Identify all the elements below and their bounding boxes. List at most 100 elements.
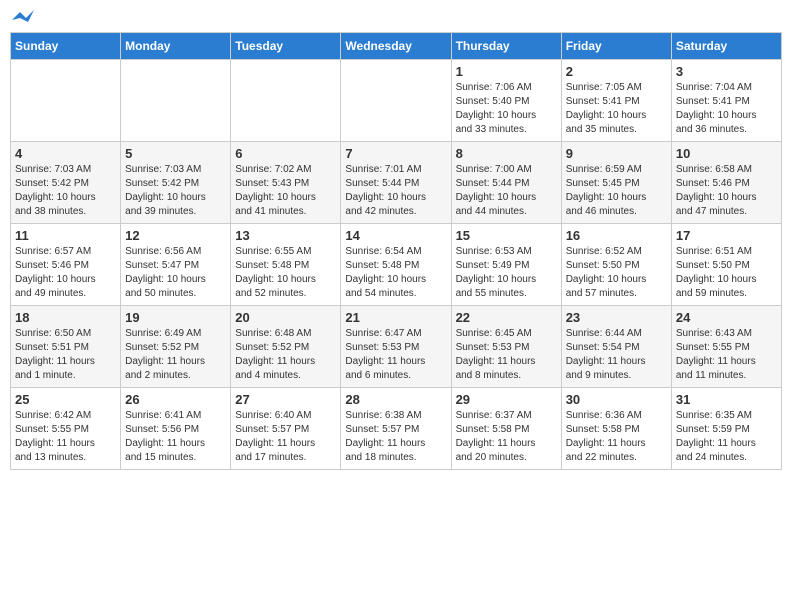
day-number: 28 [345, 392, 446, 407]
calendar-cell: 6Sunrise: 7:02 AM Sunset: 5:43 PM Daylig… [231, 142, 341, 224]
day-info: Sunrise: 6:47 AM Sunset: 5:53 PM Dayligh… [345, 327, 446, 383]
day-info: Sunrise: 6:53 AM Sunset: 5:49 PM Dayligh… [456, 245, 557, 301]
calendar-body: 1 Sunrise: 7:06 AM Sunset: 5:40 PM Daylig… [11, 60, 782, 470]
day-of-week-header: Thursday [451, 33, 561, 60]
day-info: Sunrise: 6:49 AM Sunset: 5:52 PM Dayligh… [125, 327, 226, 383]
day-number: 7 [345, 146, 446, 161]
day-number: 16 [566, 228, 667, 243]
calendar-cell: 12Sunrise: 6:56 AM Sunset: 5:47 PM Dayli… [121, 224, 231, 306]
day-number: 25 [15, 392, 116, 407]
calendar-cell: 16 Sunrise: 6:52 AM Sunset: 5:50 PM Dayli… [561, 224, 671, 306]
calendar-cell: 27 Sunrise: 6:40 AM Sunset: 5:57 PM Dayli… [231, 388, 341, 470]
calendar-cell: 2 Sunrise: 7:05 AM Sunset: 5:41 PM Daylig… [561, 60, 671, 142]
calendar-cell: 7 Sunrise: 7:01 AM Sunset: 5:44 PM Daylig… [341, 142, 451, 224]
day-of-week-header: Sunday [11, 33, 121, 60]
calendar-cell: 3Sunrise: 7:04 AM Sunset: 5:41 PM Daylig… [671, 60, 781, 142]
calendar-week-row: 4 Sunrise: 7:03 AM Sunset: 5:42 PM Daylig… [11, 142, 782, 224]
day-number: 31 [676, 392, 777, 407]
day-number: 13 [235, 228, 336, 243]
day-number: 2 [566, 64, 667, 79]
calendar-cell: 4 Sunrise: 7:03 AM Sunset: 5:42 PM Daylig… [11, 142, 121, 224]
day-info: Sunrise: 7:04 AM Sunset: 5:41 PM Dayligh… [676, 81, 777, 137]
calendar-cell: 8Sunrise: 7:00 AM Sunset: 5:44 PM Daylig… [451, 142, 561, 224]
day-number: 27 [235, 392, 336, 407]
calendar-cell: 25 Sunrise: 6:42 AM Sunset: 5:55 PM Dayli… [11, 388, 121, 470]
day-number: 30 [566, 392, 667, 407]
day-info: Sunrise: 6:56 AM Sunset: 5:47 PM Dayligh… [125, 245, 226, 301]
day-info: Sunrise: 6:59 AM Sunset: 5:45 PM Dayligh… [566, 163, 667, 219]
day-number: 4 [15, 146, 116, 161]
day-info: Sunrise: 7:03 AM Sunset: 5:42 PM Dayligh… [125, 163, 226, 219]
calendar-cell: 17Sunrise: 6:51 AM Sunset: 5:50 PM Dayli… [671, 224, 781, 306]
day-info: Sunrise: 6:52 AM Sunset: 5:50 PM Dayligh… [566, 245, 667, 301]
day-info: Sunrise: 6:55 AM Sunset: 5:48 PM Dayligh… [235, 245, 336, 301]
calendar-cell: 24 Sunrise: 6:43 AM Sunset: 5:55 PM Dayli… [671, 306, 781, 388]
day-info: Sunrise: 6:41 AM Sunset: 5:56 PM Dayligh… [125, 409, 226, 465]
day-info: Sunrise: 6:36 AM Sunset: 5:58 PM Dayligh… [566, 409, 667, 465]
calendar-cell: 5 Sunrise: 7:03 AM Sunset: 5:42 PM Daylig… [121, 142, 231, 224]
day-number: 15 [456, 228, 557, 243]
day-info: Sunrise: 6:37 AM Sunset: 5:58 PM Dayligh… [456, 409, 557, 465]
calendar-week-row: 11 Sunrise: 6:57 AM Sunset: 5:46 PM Dayli… [11, 224, 782, 306]
day-number: 21 [345, 310, 446, 325]
day-info: Sunrise: 7:00 AM Sunset: 5:44 PM Dayligh… [456, 163, 557, 219]
day-info: Sunrise: 7:06 AM Sunset: 5:40 PM Dayligh… [456, 81, 557, 137]
day-info: Sunrise: 7:05 AM Sunset: 5:41 PM Dayligh… [566, 81, 667, 137]
day-of-week-header: Saturday [671, 33, 781, 60]
day-number: 29 [456, 392, 557, 407]
day-number: 14 [345, 228, 446, 243]
calendar-cell: 28 Sunrise: 6:38 AM Sunset: 5:57 PM Dayli… [341, 388, 451, 470]
day-of-week-header: Monday [121, 33, 231, 60]
day-number: 1 [456, 64, 557, 79]
calendar-cell: 22Sunrise: 6:45 AM Sunset: 5:53 PM Dayli… [451, 306, 561, 388]
calendar-cell: 15 Sunrise: 6:53 AM Sunset: 5:49 PM Dayli… [451, 224, 561, 306]
day-info: Sunrise: 6:45 AM Sunset: 5:53 PM Dayligh… [456, 327, 557, 383]
calendar-cell: 13 Sunrise: 6:55 AM Sunset: 5:48 PM Dayli… [231, 224, 341, 306]
day-info: Sunrise: 6:54 AM Sunset: 5:48 PM Dayligh… [345, 245, 446, 301]
day-info: Sunrise: 7:03 AM Sunset: 5:42 PM Dayligh… [15, 163, 116, 219]
calendar-week-row: 1 Sunrise: 7:06 AM Sunset: 5:40 PM Daylig… [11, 60, 782, 142]
day-number: 23 [566, 310, 667, 325]
day-info: Sunrise: 6:42 AM Sunset: 5:55 PM Dayligh… [15, 409, 116, 465]
calendar-cell [341, 60, 451, 142]
day-number: 10 [676, 146, 777, 161]
calendar-header: SundayMondayTuesdayWednesdayThursdayFrid… [11, 33, 782, 60]
day-info: Sunrise: 6:44 AM Sunset: 5:54 PM Dayligh… [566, 327, 667, 383]
day-of-week-header: Tuesday [231, 33, 341, 60]
logo [10, 10, 34, 24]
calendar-cell: 31 Sunrise: 6:35 AM Sunset: 5:59 PM Dayli… [671, 388, 781, 470]
calendar-week-row: 25 Sunrise: 6:42 AM Sunset: 5:55 PM Dayli… [11, 388, 782, 470]
day-info: Sunrise: 6:35 AM Sunset: 5:59 PM Dayligh… [676, 409, 777, 465]
day-info: Sunrise: 6:50 AM Sunset: 5:51 PM Dayligh… [15, 327, 116, 383]
day-number: 20 [235, 310, 336, 325]
calendar-cell: 9 Sunrise: 6:59 AM Sunset: 5:45 PM Daylig… [561, 142, 671, 224]
calendar-cell: 10Sunrise: 6:58 AM Sunset: 5:46 PM Dayli… [671, 142, 781, 224]
page-header [10, 10, 782, 24]
day-number: 24 [676, 310, 777, 325]
calendar-cell: 1 Sunrise: 7:06 AM Sunset: 5:40 PM Daylig… [451, 60, 561, 142]
day-info: Sunrise: 6:40 AM Sunset: 5:57 PM Dayligh… [235, 409, 336, 465]
day-info: Sunrise: 7:01 AM Sunset: 5:44 PM Dayligh… [345, 163, 446, 219]
day-number: 5 [125, 146, 226, 161]
calendar-week-row: 18 Sunrise: 6:50 AM Sunset: 5:51 PM Dayli… [11, 306, 782, 388]
day-info: Sunrise: 6:57 AM Sunset: 5:46 PM Dayligh… [15, 245, 116, 301]
calendar-cell [121, 60, 231, 142]
day-info: Sunrise: 6:48 AM Sunset: 5:52 PM Dayligh… [235, 327, 336, 383]
calendar-cell: 26 Sunrise: 6:41 AM Sunset: 5:56 PM Dayli… [121, 388, 231, 470]
calendar-cell: 18 Sunrise: 6:50 AM Sunset: 5:51 PM Dayli… [11, 306, 121, 388]
calendar-cell: 23 Sunrise: 6:44 AM Sunset: 5:54 PM Dayli… [561, 306, 671, 388]
day-info: Sunrise: 6:38 AM Sunset: 5:57 PM Dayligh… [345, 409, 446, 465]
calendar-cell: 30 Sunrise: 6:36 AM Sunset: 5:58 PM Dayli… [561, 388, 671, 470]
day-number: 11 [15, 228, 116, 243]
day-number: 9 [566, 146, 667, 161]
calendar-cell: 20 Sunrise: 6:48 AM Sunset: 5:52 PM Dayli… [231, 306, 341, 388]
calendar-cell: 29 Sunrise: 6:37 AM Sunset: 5:58 PM Dayli… [451, 388, 561, 470]
day-number: 17 [676, 228, 777, 243]
day-info: Sunrise: 6:43 AM Sunset: 5:55 PM Dayligh… [676, 327, 777, 383]
day-info: Sunrise: 7:02 AM Sunset: 5:43 PM Dayligh… [235, 163, 336, 219]
logo-bird-icon [12, 10, 34, 28]
calendar-cell: 14 Sunrise: 6:54 AM Sunset: 5:48 PM Dayli… [341, 224, 451, 306]
calendar-cell: 19Sunrise: 6:49 AM Sunset: 5:52 PM Dayli… [121, 306, 231, 388]
day-number: 18 [15, 310, 116, 325]
day-number: 26 [125, 392, 226, 407]
